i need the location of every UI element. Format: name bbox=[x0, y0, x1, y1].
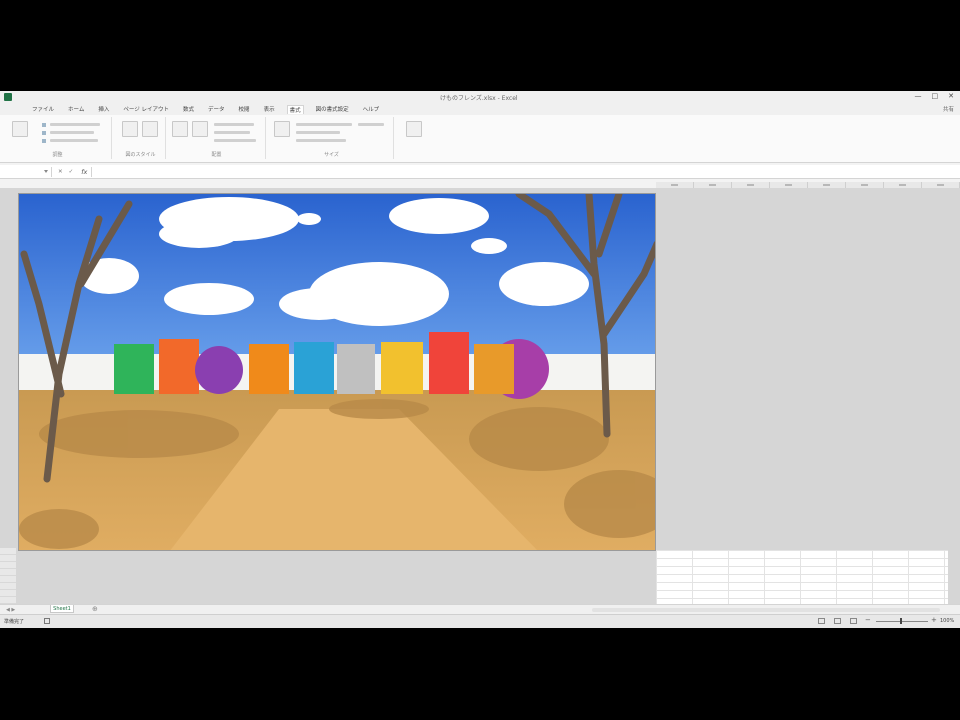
tab-data[interactable]: データ bbox=[206, 105, 227, 113]
column-header[interactable] bbox=[694, 182, 732, 188]
column-header[interactable] bbox=[808, 182, 846, 188]
tab-review[interactable]: 校閲 bbox=[237, 105, 252, 113]
close-button[interactable]: ✕ bbox=[948, 92, 954, 100]
cancel-icon[interactable]: ✕ bbox=[58, 169, 63, 175]
normal-view-icon[interactable] bbox=[818, 618, 825, 624]
column-header[interactable] bbox=[770, 182, 808, 188]
row-header[interactable] bbox=[0, 548, 16, 555]
quick-styles-button[interactable] bbox=[122, 121, 138, 137]
maximize-button[interactable]: □ bbox=[932, 92, 939, 100]
page-break-view-icon[interactable] bbox=[850, 618, 857, 624]
align-button[interactable] bbox=[214, 131, 250, 134]
remove-background-button[interactable] bbox=[12, 121, 28, 137]
column-header[interactable] bbox=[846, 182, 884, 188]
tab-picture-format[interactable]: 図の書式設定 bbox=[314, 105, 351, 113]
row-headers bbox=[0, 548, 16, 604]
ribbon-group-adjust: 調整 bbox=[4, 117, 112, 159]
page-layout-view-icon[interactable] bbox=[834, 618, 841, 624]
group-label-size: サイズ bbox=[324, 152, 339, 158]
zoom-in-icon[interactable]: + bbox=[931, 616, 937, 624]
ribbon-group-arrange: 配置 bbox=[168, 117, 266, 159]
tab-format[interactable]: 書式 bbox=[286, 104, 304, 114]
zoom-slider-thumb[interactable] bbox=[900, 618, 902, 624]
formula-input[interactable] bbox=[91, 166, 954, 177]
group-label-styles: 図のスタイル bbox=[125, 152, 156, 158]
send-backward-button[interactable] bbox=[192, 121, 208, 137]
tab-file[interactable]: ファイル bbox=[30, 105, 56, 113]
embedded-picture[interactable] bbox=[18, 193, 656, 551]
ribbon-group-extra bbox=[398, 117, 432, 159]
picture-canvas bbox=[19, 194, 655, 550]
zoom-level[interactable]: 100% bbox=[940, 618, 954, 624]
bring-forward-button[interactable] bbox=[172, 121, 188, 137]
sheet-tab[interactable]: Sheet1 bbox=[50, 605, 74, 613]
horizontal-scrollbar[interactable] bbox=[592, 608, 940, 612]
color-icon bbox=[42, 131, 46, 135]
row-header[interactable] bbox=[0, 597, 16, 604]
zoom-slider[interactable] bbox=[876, 621, 928, 622]
video-letterbox-top bbox=[0, 0, 960, 91]
corrections-button[interactable] bbox=[50, 123, 100, 126]
share-button[interactable]: 共有 bbox=[943, 105, 954, 113]
column-header[interactable] bbox=[922, 182, 960, 188]
tab-formulas[interactable]: 数式 bbox=[181, 105, 196, 113]
ribbon-panel: 調整 図のスタイル 配置 サイズ bbox=[0, 115, 960, 163]
window-controls: — □ ✕ bbox=[915, 92, 955, 100]
artistic-effects-icon bbox=[42, 139, 46, 143]
excel-icon bbox=[4, 93, 12, 101]
column-header[interactable] bbox=[732, 182, 770, 188]
ribbon-group-styles: 図のスタイル bbox=[116, 117, 166, 159]
picture-border-button[interactable] bbox=[142, 121, 158, 137]
title-bar: けものフレンズ.xlsx - Excel — □ ✕ bbox=[0, 91, 960, 103]
width-field[interactable] bbox=[296, 131, 340, 134]
window-title: けものフレンズ.xlsx - Excel bbox=[440, 95, 518, 102]
empty-cells[interactable] bbox=[656, 550, 948, 604]
artistic-effects-button[interactable] bbox=[50, 139, 98, 142]
sheet-nav-arrows-icon[interactable]: ◀ ▶ bbox=[6, 607, 15, 613]
extra-command-button[interactable] bbox=[406, 121, 422, 137]
row-header[interactable] bbox=[0, 555, 16, 562]
add-sheet-icon[interactable]: ⊕ bbox=[92, 605, 98, 613]
tab-insert[interactable]: 挿入 bbox=[96, 105, 111, 113]
row-header[interactable] bbox=[0, 590, 16, 597]
crop-button[interactable] bbox=[274, 121, 290, 137]
excel-window: けものフレンズ.xlsx - Excel — □ ✕ ファイル ホーム 挿入 ペ… bbox=[0, 91, 960, 628]
corrections-icon bbox=[42, 123, 46, 127]
zoom-out-icon[interactable]: − bbox=[865, 616, 871, 624]
row-header[interactable] bbox=[0, 576, 16, 583]
status-ready: 準備完了 bbox=[4, 619, 25, 625]
minimize-button[interactable]: — bbox=[915, 92, 922, 100]
tab-view[interactable]: 表示 bbox=[262, 105, 277, 113]
enter-icon[interactable]: ✓ bbox=[69, 169, 74, 175]
ribbon-group-size: サイズ bbox=[270, 117, 394, 159]
sheet-tab-bar: ◀ ▶ Sheet1 ⊕ bbox=[0, 604, 960, 614]
color-button[interactable] bbox=[50, 131, 94, 134]
name-box[interactable] bbox=[4, 166, 52, 177]
row-header[interactable] bbox=[0, 583, 16, 590]
size-options[interactable] bbox=[296, 139, 346, 142]
macro-record-icon[interactable] bbox=[44, 618, 50, 624]
insert-function-icon[interactable]: fx bbox=[81, 168, 87, 176]
group-button[interactable] bbox=[214, 139, 256, 142]
ribbon-tabs: ファイル ホーム 挿入 ページ レイアウト 数式 データ 校閲 表示 書式 図の… bbox=[0, 103, 960, 115]
row-header[interactable] bbox=[0, 569, 16, 576]
tab-help[interactable]: ヘルプ bbox=[361, 105, 382, 113]
column-headers bbox=[656, 182, 960, 188]
size-extra[interactable] bbox=[358, 123, 384, 126]
column-header[interactable] bbox=[884, 182, 922, 188]
height-field[interactable] bbox=[296, 123, 352, 126]
status-bar: 準備完了 − + 100% bbox=[0, 614, 960, 628]
video-letterbox-bottom bbox=[0, 628, 960, 720]
tab-page-layout[interactable]: ページ レイアウト bbox=[121, 105, 171, 113]
group-label-arrange: 配置 bbox=[211, 152, 222, 158]
formula-bar: ✕ ✓ fx bbox=[0, 165, 960, 179]
selection-pane-button[interactable] bbox=[214, 123, 254, 126]
tab-home[interactable]: ホーム bbox=[66, 105, 86, 113]
column-header[interactable] bbox=[656, 182, 694, 188]
group-label-adjust: 調整 bbox=[52, 152, 63, 158]
row-header[interactable] bbox=[0, 562, 16, 569]
